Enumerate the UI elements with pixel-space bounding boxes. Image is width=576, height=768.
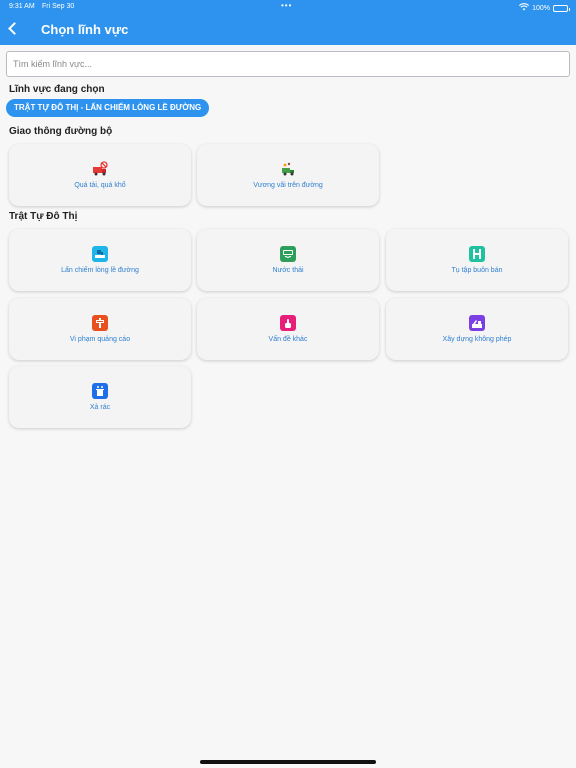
card-label: Vương vãi trên đường — [253, 182, 323, 189]
card-spilled-cargo[interactable]: Vương vãi trên đường — [197, 144, 379, 206]
battery-icon — [553, 4, 570, 12]
selected-field-chip[interactable]: TRẬT TỰ ĐÔ THỊ - LẤN CHIẾM LÒNG LỀ ĐƯỜNG — [6, 99, 210, 117]
card-illegal-advertising[interactable]: Vi phạm quảng cáo — [9, 298, 191, 360]
card-unpermitted-construction[interactable]: Xây dựng không phép — [386, 298, 568, 360]
app-header: 9:31 AM Fri Sep 30 ••• 100% Chọn lĩnh vự… — [0, 0, 576, 45]
battery-percent: 100% — [532, 4, 550, 12]
other-issue-icon — [280, 315, 296, 331]
status-bar: 9:31 AM Fri Sep 30 ••• 100% — [0, 0, 576, 13]
card-label: Xả rác — [89, 404, 111, 411]
card-street-vendor[interactable]: Tụ tập buôn bán — [386, 229, 568, 291]
card-wastewater[interactable]: Nước thải — [197, 229, 379, 291]
section-title-road-traffic: Giao thông đường bộ — [9, 126, 113, 137]
wastewater-icon — [280, 246, 296, 262]
card-label: Lấn chiếm lòng lề đường — [61, 267, 139, 274]
section-title-urban-order: Trật Tự Đô Thị — [9, 211, 78, 222]
card-label: Vi phạm quảng cáo — [69, 336, 131, 343]
back-chevron-icon[interactable] — [6, 20, 20, 38]
illegal-advertising-icon — [92, 315, 108, 331]
card-label: Nước thải — [272, 267, 304, 274]
search-input[interactable] — [6, 51, 570, 77]
card-overloaded[interactable]: Quá tải, quá khổ — [9, 144, 191, 206]
home-indicator[interactable] — [200, 760, 376, 764]
overloaded-truck-icon — [92, 161, 108, 177]
card-label: Quá tải, quá khổ — [74, 182, 126, 189]
card-other-issue[interactable]: Vấn đề khác — [197, 298, 379, 360]
card-label: Xây dựng không phép — [442, 336, 512, 343]
card-littering[interactable]: Xả rác — [9, 366, 191, 428]
street-vendor-icon — [469, 246, 485, 262]
multitasking-dots-icon[interactable]: ••• — [281, 1, 292, 10]
status-date: Fri Sep 30 — [42, 3, 75, 10]
status-right: 100% — [519, 3, 570, 13]
littering-icon — [92, 383, 108, 399]
sidewalk-encroachment-icon — [92, 246, 108, 262]
selected-heading: Lĩnh vực đang chọn — [9, 84, 105, 95]
wifi-icon — [519, 3, 530, 13]
page-title: Chọn lĩnh vực — [41, 22, 129, 37]
status-time: 9:31 AM — [9, 3, 35, 10]
unpermitted-construction-icon — [469, 315, 485, 331]
card-label: Tụ tập buôn bán — [451, 267, 503, 274]
card-label: Vấn đề khác — [268, 336, 308, 343]
card-sidewalk-encroachment[interactable]: Lấn chiếm lòng lề đường — [9, 229, 191, 291]
spilled-cargo-truck-icon — [280, 161, 296, 177]
